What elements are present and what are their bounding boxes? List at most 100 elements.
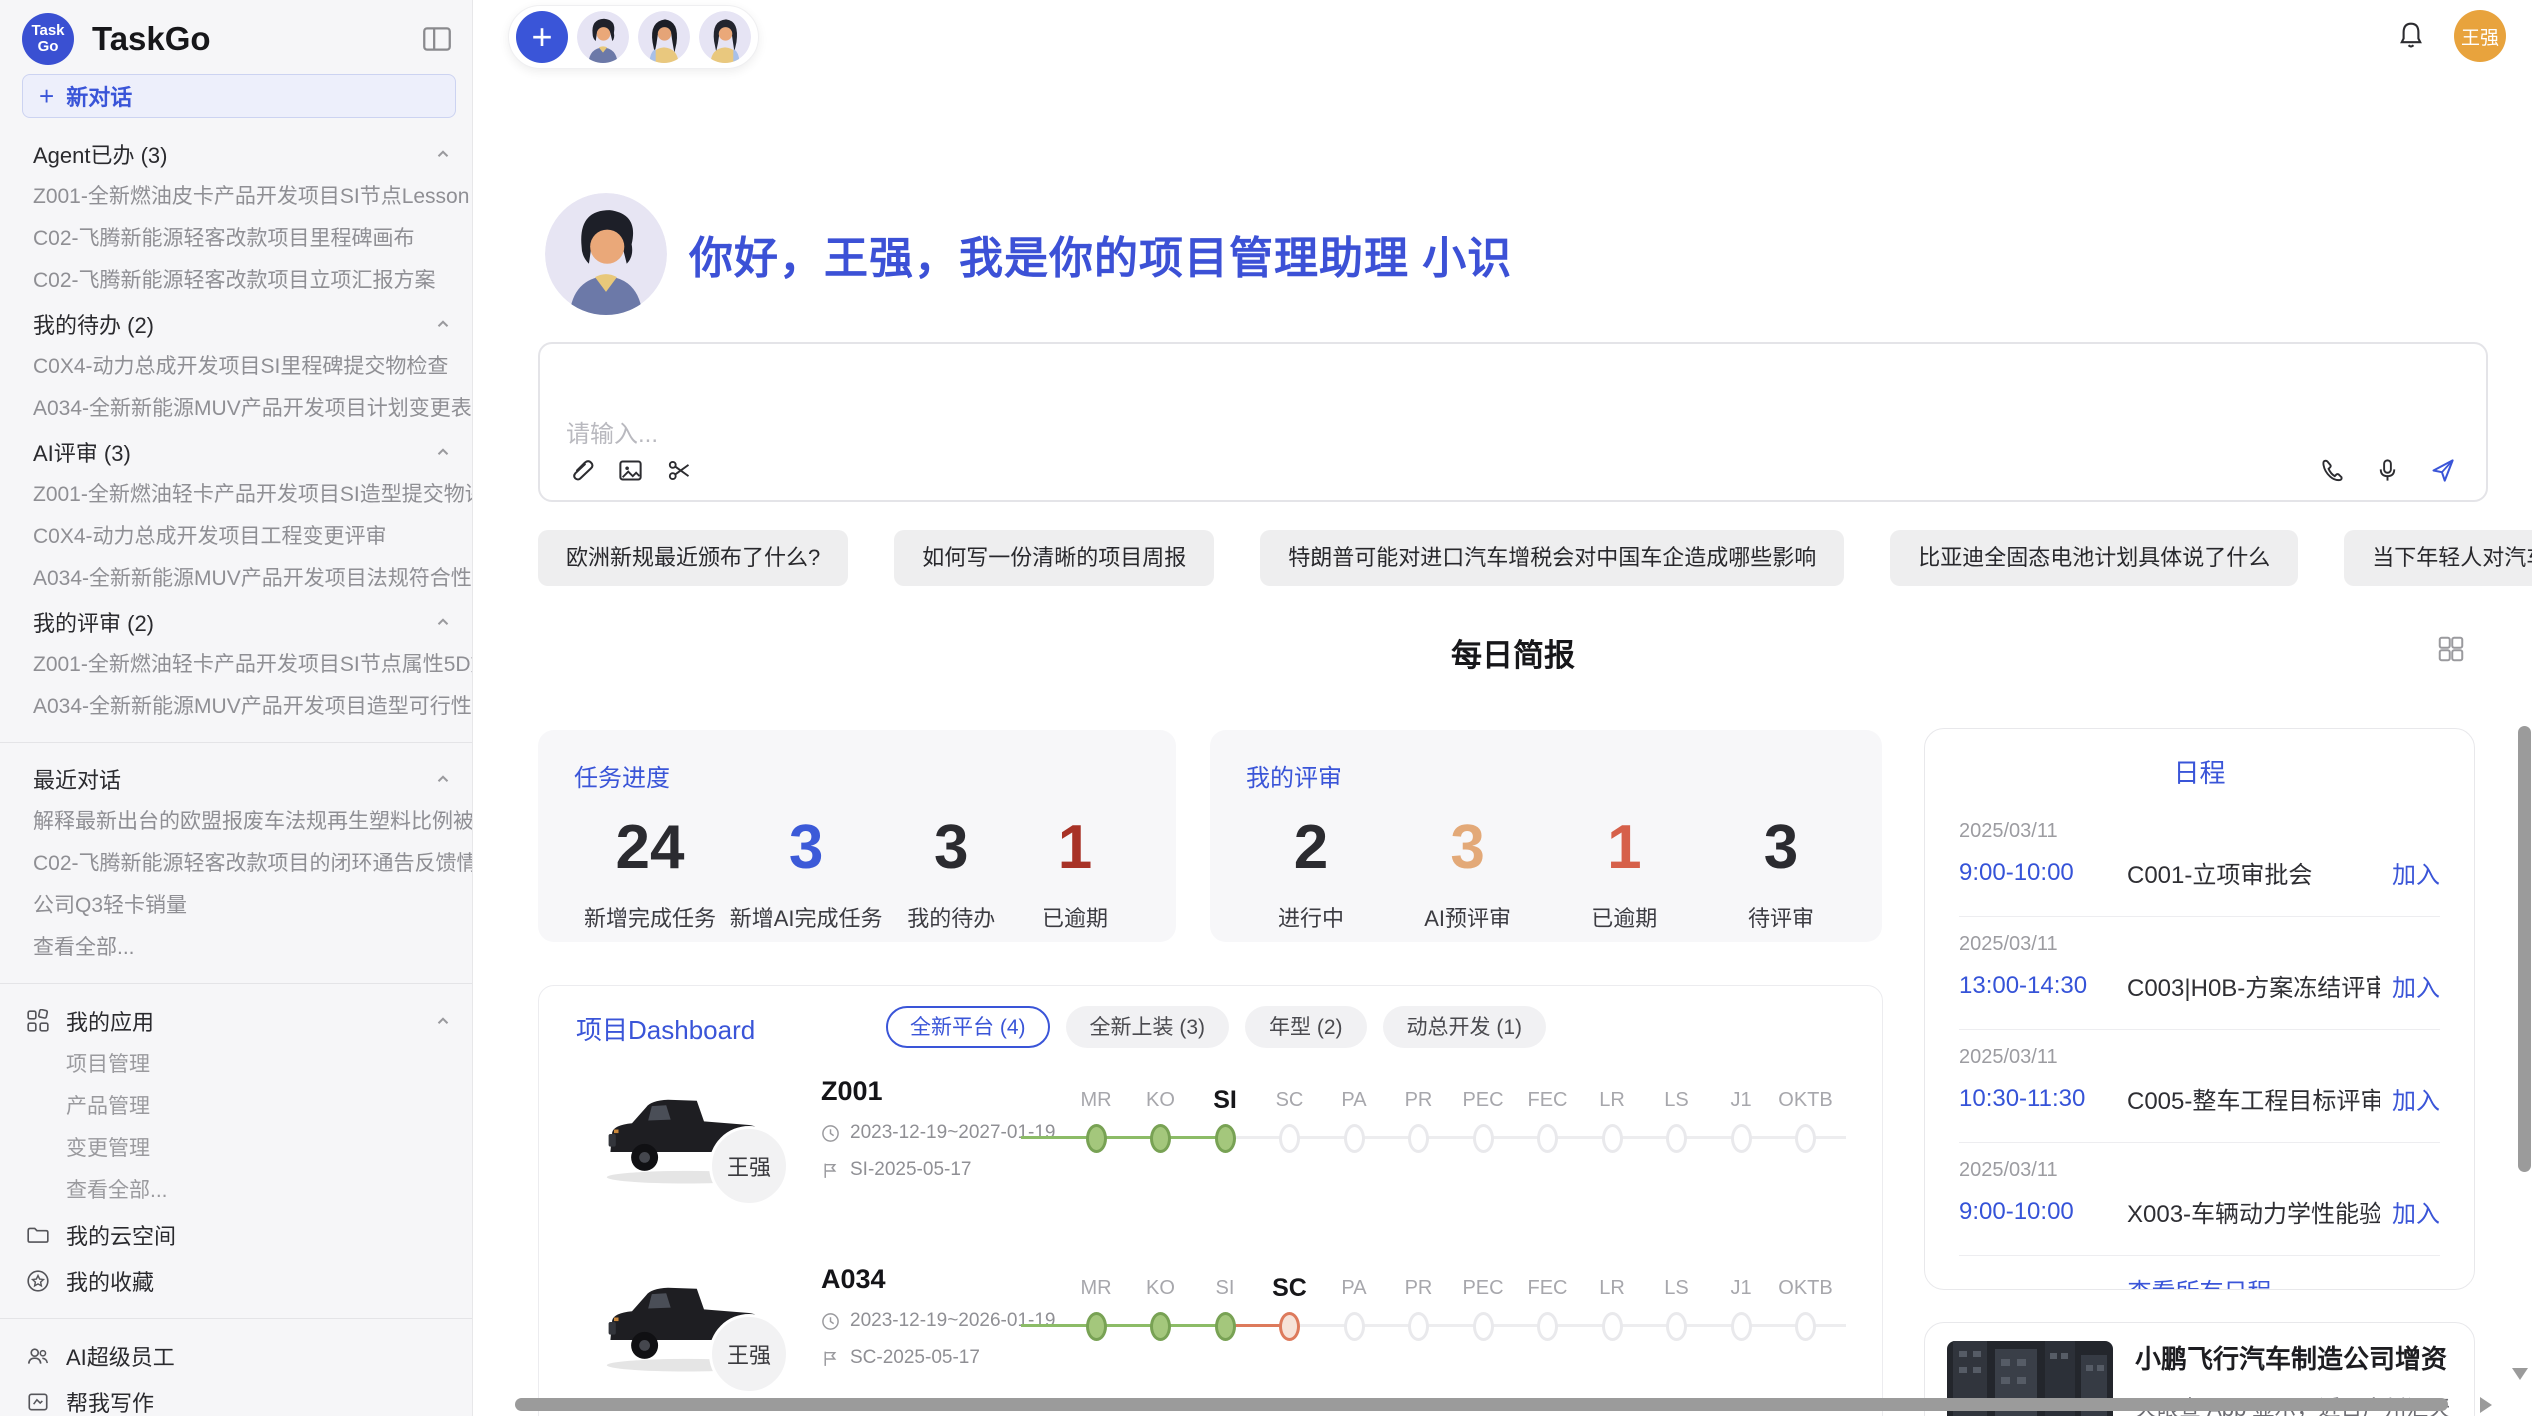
my-review-card: 我的评审 2 进行中 3 AI预评审 1 已逾期 3 bbox=[1210, 730, 1882, 942]
tab-new-platform[interactable]: 全新平台 (4) bbox=[886, 1006, 1050, 1048]
milestone-node[interactable] bbox=[1795, 1312, 1816, 1341]
milestone-node[interactable] bbox=[1086, 1124, 1107, 1153]
milestone-line bbox=[1021, 1324, 1225, 1327]
chevron-up-icon bbox=[434, 315, 452, 333]
new-chat-button[interactable]: + 新对话 bbox=[22, 74, 456, 118]
apps-view-all[interactable]: 查看全部... bbox=[0, 1170, 472, 1212]
join-link[interactable]: 加入 bbox=[2392, 968, 2440, 1003]
layout-grid-icon[interactable] bbox=[2436, 634, 2466, 664]
bell-icon[interactable] bbox=[2396, 20, 2426, 52]
avatar[interactable] bbox=[699, 11, 751, 63]
recent-view-all[interactable]: 查看全部... bbox=[0, 927, 472, 969]
recent-chat-item[interactable]: 公司Q3轻卡销量 bbox=[0, 885, 472, 927]
sidebar-item[interactable]: C0X4-动力总成开发项目工程变更评审 bbox=[0, 516, 472, 558]
milestone-node[interactable] bbox=[1279, 1124, 1300, 1153]
tab-new-body[interactable]: 全新上装 (3) bbox=[1066, 1006, 1230, 1048]
milestone-node[interactable] bbox=[1731, 1124, 1752, 1153]
daily-briefing-title: 每日简报 bbox=[538, 630, 2488, 675]
stat-value: 3 bbox=[1413, 811, 1523, 885]
tab-year-model[interactable]: 年型 (2) bbox=[1245, 1006, 1367, 1048]
sidebar-item[interactable]: A034-全新新能源MUV产品开发项目计划变更表编写 bbox=[0, 388, 472, 430]
sidebar-item[interactable]: Z001-全新燃油轻卡产品开发项目SI造型提交物评审 bbox=[0, 474, 472, 516]
scroll-right-arrow[interactable] bbox=[2480, 1397, 2492, 1413]
join-link[interactable]: 加入 bbox=[2392, 1081, 2440, 1116]
milestone-node[interactable] bbox=[1666, 1312, 1687, 1341]
milestone-node[interactable] bbox=[1279, 1312, 1300, 1341]
horizontal-scrollbar-thumb[interactable] bbox=[515, 1398, 2448, 1411]
project-owner-badge: 王强 bbox=[709, 1314, 789, 1394]
milestone-node[interactable] bbox=[1215, 1124, 1236, 1153]
avatar[interactable] bbox=[577, 11, 629, 63]
sidebar-item-ai-staff[interactable]: AI超级员工 bbox=[0, 1333, 472, 1379]
section-header-agent-done[interactable]: Agent已办 (3) bbox=[0, 132, 472, 176]
app-title: TaskGo bbox=[92, 20, 420, 58]
vertical-scrollbar-thumb[interactable] bbox=[2518, 726, 2531, 1172]
milestone-node[interactable] bbox=[1537, 1124, 1558, 1153]
sidebar-item[interactable]: A034-全新新能源MUV产品开发项目造型可行性评审 bbox=[0, 686, 472, 728]
milestone-node[interactable] bbox=[1666, 1124, 1687, 1153]
add-member-button[interactable]: + bbox=[516, 11, 568, 63]
sidebar-item-help-write[interactable]: 帮我写作 bbox=[0, 1379, 472, 1416]
view-all-schedule[interactable]: 查看所有日程 bbox=[1959, 1256, 2440, 1290]
milestone-node[interactable] bbox=[1150, 1312, 1171, 1341]
milestone-node[interactable] bbox=[1731, 1312, 1752, 1341]
panel-toggle-icon[interactable] bbox=[420, 22, 454, 56]
project-dates: 2023-12-19~2026-01-19 bbox=[850, 1310, 1055, 1332]
divider bbox=[0, 1318, 472, 1319]
section-label: AI评审 (3) bbox=[33, 436, 131, 468]
section-header-ai-review[interactable]: AI评审 (3) bbox=[0, 430, 472, 474]
milestone-node[interactable] bbox=[1408, 1124, 1429, 1153]
sidebar-item[interactable]: C02-飞腾新能源轻客改款项目里程碑画布 bbox=[0, 218, 472, 260]
sidebar-item-favorites[interactable]: 我的收藏 bbox=[0, 1258, 472, 1304]
sidebar-item-cloud-space[interactable]: 我的云空间 bbox=[0, 1212, 472, 1258]
send-icon[interactable] bbox=[2429, 457, 2456, 484]
milestone-node[interactable] bbox=[1215, 1312, 1236, 1341]
milestone-node[interactable] bbox=[1408, 1312, 1429, 1341]
phone-icon[interactable] bbox=[2319, 457, 2346, 484]
milestone-line bbox=[1021, 1136, 1225, 1139]
sidebar-item[interactable]: Z001-全新燃油轻卡产品开发项目SI节点属性5D文件评审 bbox=[0, 644, 472, 686]
suggestion-chip[interactable]: 比亚迪全固态电池计划具体说了什么 bbox=[1890, 530, 2298, 586]
milestone-node[interactable] bbox=[1795, 1124, 1816, 1153]
user-avatar[interactable]: 王强 bbox=[2454, 10, 2506, 62]
app-item-project-mgmt[interactable]: 项目管理 bbox=[0, 1044, 472, 1086]
join-link[interactable]: 加入 bbox=[2392, 855, 2440, 890]
avatar[interactable] bbox=[638, 11, 690, 63]
sidebar-item[interactable]: C02-飞腾新能源轻客改款项目立项汇报方案 bbox=[0, 260, 472, 302]
message-input[interactable] bbox=[566, 414, 1466, 458]
image-icon[interactable] bbox=[617, 457, 644, 484]
milestone-node[interactable] bbox=[1602, 1124, 1623, 1153]
suggestion-chip[interactable]: 欧洲新规最近颁布了什么? bbox=[538, 530, 848, 586]
event-name: X003-车辆动力学性能验... bbox=[2127, 1194, 2380, 1229]
scissors-icon[interactable] bbox=[666, 457, 693, 484]
tab-powertrain[interactable]: 动总开发 (1) bbox=[1383, 1006, 1547, 1048]
app-item-change-mgmt[interactable]: 变更管理 bbox=[0, 1128, 472, 1170]
suggestion-chip[interactable]: 特朗普可能对进口汽车增税会对中国车企造成哪些影响 bbox=[1260, 530, 1844, 586]
milestone-node[interactable] bbox=[1473, 1312, 1494, 1341]
project-row[interactable]: 王强 Z001 2023-12-19~2027-01-19 bbox=[539, 1066, 1882, 1254]
milestone-node[interactable] bbox=[1150, 1124, 1171, 1153]
section-header-my-review[interactable]: 我的评审 (2) bbox=[0, 600, 472, 644]
milestone-node[interactable] bbox=[1473, 1124, 1494, 1153]
project-row[interactable]: 王强 A034 2023-12-19~2026-01-19 bbox=[539, 1254, 1882, 1416]
section-header-my-todo[interactable]: 我的待办 (2) bbox=[0, 302, 472, 346]
milestone-node[interactable] bbox=[1086, 1312, 1107, 1341]
scroll-down-arrow[interactable] bbox=[2512, 1368, 2528, 1380]
milestone-node[interactable] bbox=[1602, 1312, 1623, 1341]
microphone-icon[interactable] bbox=[2374, 457, 2401, 484]
milestone-node[interactable] bbox=[1344, 1124, 1365, 1153]
sidebar-item[interactable]: Z001-全新燃油皮卡产品开发项目SI节点Lesson Learn报告 bbox=[0, 176, 472, 218]
suggestion-chip[interactable]: 当下年轻人对汽车外观有怎样的喜好趋势 bbox=[2344, 530, 2532, 586]
join-link[interactable]: 加入 bbox=[2392, 1194, 2440, 1229]
milestone-node[interactable] bbox=[1344, 1312, 1365, 1341]
section-header-recent[interactable]: 最近对话 bbox=[0, 757, 472, 801]
paperclip-icon[interactable] bbox=[568, 457, 595, 484]
sidebar-item[interactable]: A034-全新新能源MUV产品开发项目法规符合性评审 bbox=[0, 558, 472, 600]
sidebar-item[interactable]: C0X4-动力总成开发项目SI里程碑提交物检查 bbox=[0, 346, 472, 388]
milestone-node[interactable] bbox=[1537, 1312, 1558, 1341]
sidebar-item-my-apps[interactable]: 我的应用 bbox=[0, 998, 472, 1044]
recent-chat-item[interactable]: 解释最新出台的欧盟报废车法规再生塑料比例被调至15%... bbox=[0, 801, 472, 843]
recent-chat-item[interactable]: C02-飞腾新能源轻客改款项目的闭环通告反馈情况 bbox=[0, 843, 472, 885]
suggestion-chip[interactable]: 如何写一份清晰的项目周报 bbox=[894, 530, 1214, 586]
app-item-product-mgmt[interactable]: 产品管理 bbox=[0, 1086, 472, 1128]
